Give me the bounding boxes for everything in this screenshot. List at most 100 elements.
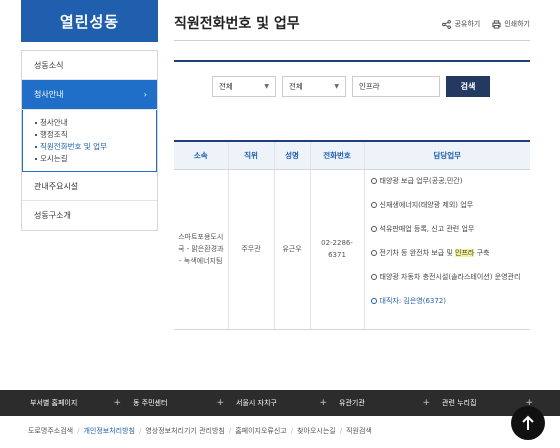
duty-item: 석유판매업 등록, 신고 관련 업무 [370, 224, 527, 235]
table-row: 스마트포용도시국 - 맑은환경과 - 녹색에너지팀 주무관 유근우 02-228… [174, 169, 530, 330]
select-value: 전체 [219, 82, 233, 91]
footer-menu-dept-sites[interactable]: 부서별 홈페이지 + [30, 398, 133, 408]
footer-link-privacy-policy[interactable]: 개인정보처리방침 [83, 426, 135, 436]
sidebar-title: 열린성동 [21, 0, 158, 42]
duty-item: 태양광 자동차 충전시설(솔라스테이션) 운영관리 [370, 272, 527, 283]
share-icon [442, 19, 452, 29]
category-select-1[interactable]: 전체 ▼ [212, 76, 276, 97]
column-header-position: 직위 [227, 140, 274, 170]
circle-bullet-icon [370, 249, 377, 256]
footer-link-directions[interactable]: 찾아오시는길 [297, 426, 336, 436]
duty-item: 전기차 등 완전차 보급 및 인프라 구축 [370, 248, 527, 259]
category-select-2[interactable]: 전체 ▼ [282, 76, 346, 97]
print-label: 인쇄하기 [504, 20, 530, 28]
bullet-icon [35, 122, 37, 124]
circle-bullet-icon [370, 177, 377, 184]
footer-menu-label: 유관기관 [339, 399, 365, 407]
search-button[interactable]: 검색 [446, 76, 490, 97]
separator: / [77, 427, 80, 435]
separator: / [290, 427, 294, 435]
plus-icon: + [216, 398, 224, 408]
print-icon [492, 19, 501, 29]
search-input[interactable]: 인프라 [352, 76, 440, 97]
sidebar-menu: 성동소식 청사안내 › 청사안내 행정조직 직원전화번호 및 업무 오시는길 관… [21, 50, 158, 231]
footer-menu-label: 서울시 자치구 [236, 399, 277, 407]
footer-link-error-report[interactable]: 홈페이지오류신고 [235, 426, 287, 436]
arrow-up-icon [522, 415, 534, 430]
chevron-down-icon: ▼ [334, 83, 339, 90]
submenu-item-organization[interactable]: 행정조직 [35, 129, 156, 141]
cell-dept: 스마트포용도시국 - 맑은환경과 - 녹색에너지팀 [174, 169, 228, 330]
chevron-right-icon: › [143, 90, 147, 99]
duty-text: 석유판매업 등록, 신고 관련 업무 [379, 224, 475, 233]
sidebar-item-office-guide[interactable]: 청사안내 › [22, 80, 157, 110]
footer-menu-related-orgs[interactable]: 유관기관 + [339, 398, 442, 408]
footer-link-address-search[interactable]: 도로명주소검색 [28, 426, 73, 436]
share-label: 공유하기 [454, 20, 481, 28]
footer-menu-label: 동 주민센터 [133, 399, 168, 407]
circle-bullet-icon [370, 201, 377, 208]
column-header-phone: 전화번호 [309, 140, 364, 170]
circle-bullet-icon [370, 297, 377, 304]
sidebar-item-label: 성동소식 [34, 60, 64, 70]
duty-item: 신재생에너지(태양광 제외) 업무 [370, 200, 527, 211]
scroll-to-top-button[interactable] [511, 406, 545, 440]
bullet-icon [35, 146, 37, 148]
separator: / [228, 427, 232, 435]
search-highlight: 인프라 [455, 248, 475, 257]
page-tools: 공유하기 인쇄하기 [442, 19, 530, 29]
plus-icon: + [422, 398, 430, 408]
submenu-item-label: 청사안내 [40, 118, 68, 127]
duty-text: 전기차 등 완전차 보급 및 인프라 구축 [379, 248, 489, 259]
staff-table: 소속 직위 성명 전화번호 담당업무 스마트포용도시국 - 맑은환경과 - 녹색… [174, 140, 530, 330]
contact-text: 대직자: 김은영(6372) [379, 296, 447, 305]
sidebar-item-label: 청사안내 [34, 90, 64, 99]
select-value: 전체 [289, 82, 303, 91]
cell-duties: 태양광 보급 업무(공공,민간) 신재생에너지(태양광 제외) 업무 석유판매업… [363, 169, 530, 330]
header-divider [174, 40, 530, 41]
submenu-item-staff-directory[interactable]: 직원전화번호 및 업무 [35, 141, 156, 153]
bullet-icon [35, 134, 37, 136]
submenu-item-directions[interactable]: 오시는길 [35, 153, 156, 165]
sidebar-item-label: 성동구소개 [34, 211, 71, 220]
sidebar-item-about[interactable]: 성동구소개 [22, 201, 157, 230]
chevron-down-icon: ▼ [264, 83, 269, 90]
duty-text: 태양광 자동차 충전시설(솔라스테이션) 운영관리 [379, 272, 521, 281]
submenu-item-label: 직원전화번호 및 업무 [40, 142, 107, 151]
share-button[interactable]: 공유하기 [442, 19, 480, 29]
column-header-dept: 소속 [174, 140, 228, 170]
footer-links: 도로명주소검색 / 개인정보처리방침 / 영상정보처리기기 관리방침 / 홈페이지오류… [28, 426, 372, 436]
circle-bullet-icon [370, 225, 377, 232]
circle-bullet-icon [370, 273, 377, 280]
bullet-icon [35, 158, 37, 160]
footer-menu-community-centers[interactable]: 동 주민센터 + [133, 398, 236, 408]
submenu-item-label: 행정조직 [40, 130, 68, 139]
duty-text: 신재생에너지(태양광 제외) 업무 [379, 200, 474, 209]
sidebar-item-news[interactable]: 성동소식 [22, 51, 157, 80]
cell-position: 주무관 [227, 169, 274, 330]
search-top-border [174, 60, 530, 62]
footer-menu-label: 관련 누리집 [442, 399, 477, 407]
footer-menu-bar: 부서별 홈페이지 + 동 주민센터 + 서울시 자치구 + 유관기관 + 관련 누리집 + [0, 390, 560, 416]
sidebar-submenu: 청사안내 행정조직 직원전화번호 및 업무 오시는길 [22, 110, 157, 172]
duty-item-contact: 대직자: 김은영(6372) [370, 296, 527, 307]
duty-text: 태양광 보급 업무(공공,민간) [379, 176, 463, 185]
print-button[interactable]: 인쇄하기 [492, 19, 530, 29]
submenu-item-label: 오시는길 [40, 154, 68, 163]
footer-menu-seoul-districts[interactable]: 서울시 자치구 + [236, 398, 339, 408]
footer-link-cctv-policy[interactable]: 영상정보처리기기 관리방침 [145, 426, 225, 436]
footer-menu-label: 부서별 홈페이지 [30, 399, 78, 407]
footer-link-staff-search[interactable]: 직원검색 [346, 426, 372, 436]
separator: / [138, 427, 142, 435]
cell-phone: 02-2286-6371 [309, 169, 364, 330]
sidebar-item-facilities[interactable]: 관내주요시설 [22, 172, 157, 201]
cell-name: 유근우 [273, 169, 310, 330]
separator: / [339, 427, 343, 435]
plus-icon: + [113, 398, 121, 408]
table-header-row: 소속 직위 성명 전화번호 담당업무 [174, 140, 530, 170]
submenu-item-office-guide[interactable]: 청사안내 [35, 117, 156, 129]
plus-icon: + [319, 398, 327, 408]
duty-item: 태양광 보급 업무(공공,민간) [370, 176, 527, 187]
page-title: 직원전화번호 및 업무 [174, 16, 300, 32]
duty-text-part: 전기차 등 완전차 보급 및 [379, 248, 456, 257]
